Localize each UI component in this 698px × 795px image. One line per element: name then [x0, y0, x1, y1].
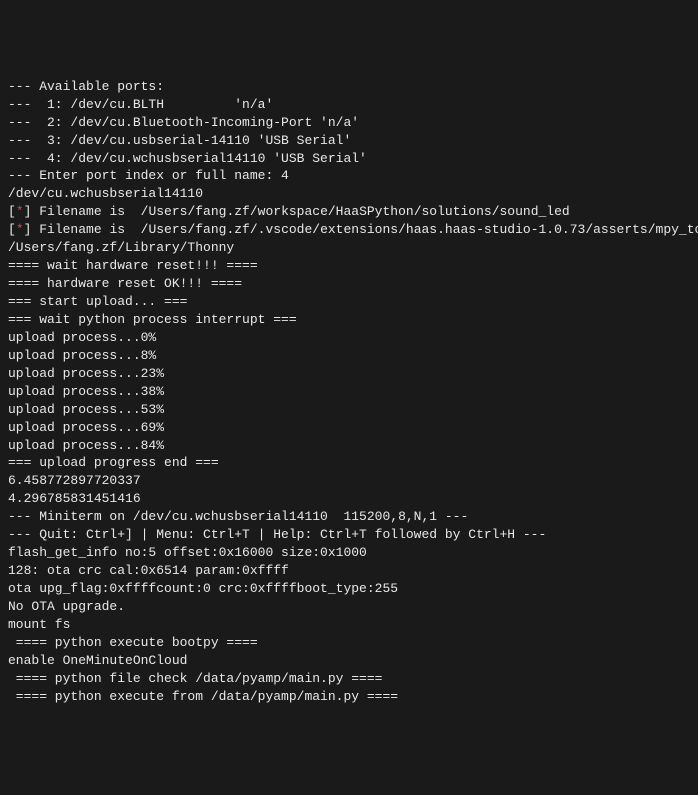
- terminal-line: upload process...69%: [8, 419, 690, 437]
- line-text: ] Filename is /Users/fang.zf/workspace/H…: [24, 204, 570, 219]
- line-text: ] Filename is /Users/fang.zf/.vscode/ext…: [24, 222, 698, 237]
- terminal-line: --- Available ports:: [8, 78, 690, 96]
- terminal-line: mount fs: [8, 616, 690, 634]
- star-marker: *: [16, 222, 24, 237]
- terminal-line: [*] Filename is /Users/fang.zf/.vscode/e…: [8, 221, 690, 239]
- terminal-line: ==== wait hardware reset!!! ====: [8, 257, 690, 275]
- terminal-line: upload process...0%: [8, 329, 690, 347]
- terminal-line: 6.458772897720337: [8, 472, 690, 490]
- bracket-open: [: [8, 204, 16, 219]
- terminal-line: 4.296785831451416: [8, 490, 690, 508]
- terminal-line: upload process...38%: [8, 383, 690, 401]
- terminal-line: --- Enter port index or full name: 4: [8, 167, 690, 185]
- terminal-line: enable OneMinuteOnCloud: [8, 652, 690, 670]
- terminal-line: ==== hardware reset OK!!! ====: [8, 275, 690, 293]
- terminal-line: ==== python file check /data/pyamp/main.…: [8, 670, 690, 688]
- terminal-line: 128: ota crc cal:0x6514 param:0xffff: [8, 562, 690, 580]
- terminal-line: --- 4: /dev/cu.wchusbserial14110 'USB Se…: [8, 150, 690, 168]
- terminal-output: --- Available ports:--- 1: /dev/cu.BLTH …: [8, 78, 690, 706]
- terminal-line: upload process...23%: [8, 365, 690, 383]
- terminal-line: upload process...8%: [8, 347, 690, 365]
- terminal-line: === wait python process interrupt ===: [8, 311, 690, 329]
- terminal-line: --- 1: /dev/cu.BLTH 'n/a': [8, 96, 690, 114]
- terminal-line: upload process...53%: [8, 401, 690, 419]
- terminal-line: --- Miniterm on /dev/cu.wchusbserial1411…: [8, 508, 690, 526]
- terminal-line: --- 2: /dev/cu.Bluetooth-Incoming-Port '…: [8, 114, 690, 132]
- bracket-open: [: [8, 222, 16, 237]
- terminal-line: [*] Filename is /Users/fang.zf/workspace…: [8, 203, 690, 221]
- terminal-line: ota upg_flag:0xffffcount:0 crc:0xffffboo…: [8, 580, 690, 598]
- terminal-line: === upload progress end ===: [8, 454, 690, 472]
- terminal-line: === start upload... ===: [8, 293, 690, 311]
- terminal-line: --- Quit: Ctrl+] | Menu: Ctrl+T | Help: …: [8, 526, 690, 544]
- terminal-line: flash_get_info no:5 offset:0x16000 size:…: [8, 544, 690, 562]
- terminal-line: upload process...84%: [8, 437, 690, 455]
- terminal-line: No OTA upgrade.: [8, 598, 690, 616]
- terminal-line: ==== python execute from /data/pyamp/mai…: [8, 688, 690, 706]
- terminal-line: ==== python execute bootpy ====: [8, 634, 690, 652]
- terminal-line: --- 3: /dev/cu.usbserial-14110 'USB Seri…: [8, 132, 690, 150]
- terminal-line: /dev/cu.wchusbserial14110: [8, 185, 690, 203]
- terminal-line: /Users/fang.zf/Library/Thonny: [8, 239, 690, 257]
- star-marker: *: [16, 204, 24, 219]
